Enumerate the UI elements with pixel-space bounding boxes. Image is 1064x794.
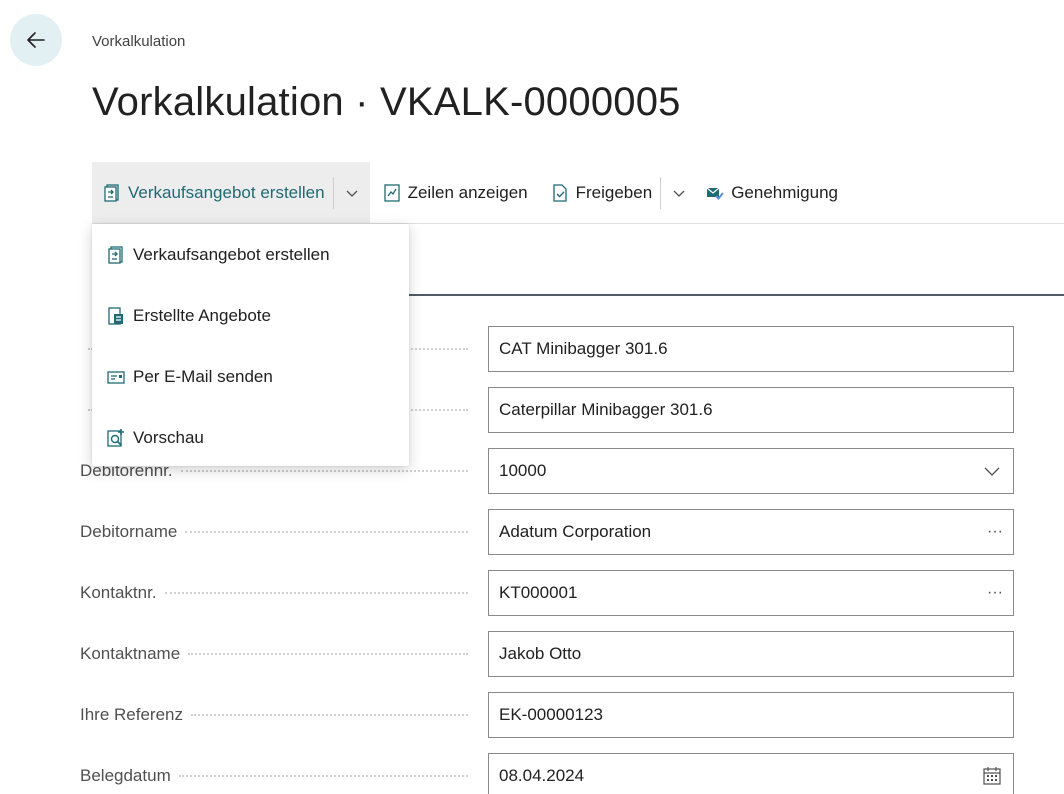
customer-name-field[interactable]: Adatum Corporation ··· [488, 509, 1014, 555]
assist-edit-button[interactable]: ··· [987, 523, 1003, 541]
chevron-down-icon [673, 190, 685, 197]
menu-item-create-quote[interactable]: Verkaufsangebot erstellen [92, 224, 409, 285]
release-split: Freigeben [536, 162, 698, 223]
dropdown-chevron[interactable] [981, 460, 1003, 482]
approval-button[interactable]: Genehmigung [697, 162, 846, 223]
chevron-down-icon [346, 190, 358, 197]
page-title: Vorkalkulation · VKALK-0000005 [92, 80, 681, 124]
assist-edit-button[interactable]: ··· [987, 584, 1003, 602]
quotes-list-icon [108, 306, 123, 325]
description-field[interactable]: CAT Minibagger 301.6 [488, 326, 1014, 372]
arrow-left-icon [27, 32, 45, 48]
field-row: Belegdatum 08.04.2024 [80, 753, 1020, 794]
field-row: Debitorname Adatum Corporation ··· [80, 509, 1020, 555]
approval-icon [706, 187, 724, 200]
release-icon [552, 183, 567, 202]
release-dropdown-toggle[interactable] [661, 162, 697, 223]
quote-create-icon [108, 245, 123, 264]
menu-item-preview[interactable]: Vorschau [92, 407, 409, 468]
create-quote-button[interactable]: Verkaufsangebot erstellen [92, 162, 333, 223]
document-date-label: Belegdatum [80, 766, 478, 786]
contact-name-field[interactable]: Jakob Otto [488, 631, 1014, 677]
customer-name-label: Debitorname [80, 522, 478, 542]
customer-no-field[interactable]: 10000 [488, 448, 1014, 494]
email-icon [107, 370, 125, 384]
your-reference-field[interactable]: EK-00000123 [488, 692, 1014, 738]
release-button[interactable]: Freigeben [542, 162, 661, 223]
your-reference-label: Ihre Referenz [80, 705, 478, 725]
show-lines-icon [383, 183, 400, 202]
field-row: Kontaktname Jakob Otto [80, 631, 1020, 677]
contact-no-field[interactable]: KT000001 ··· [488, 570, 1014, 616]
menu-item-created-quotes[interactable]: Erstellte Angebote [92, 285, 409, 346]
preview-icon [107, 428, 124, 447]
menu-item-send-email[interactable]: Per E-Mail senden [92, 346, 409, 407]
create-quote-dropdown-toggle[interactable] [334, 162, 370, 223]
document-date-field[interactable]: 08.04.2024 [488, 753, 1014, 794]
quote-create-icon [104, 183, 119, 202]
chevron-down-icon [984, 467, 1000, 476]
calendar-icon [983, 767, 1001, 785]
description-2-field[interactable]: Caterpillar Minibagger 301.6 [488, 387, 1014, 433]
show-lines-button[interactable]: Zeilen anzeigen [374, 162, 536, 223]
create-quote-menu: Verkaufsangebot erstellen Erstellte Ange… [92, 224, 409, 466]
date-picker-button[interactable] [981, 765, 1003, 787]
show-lines-label: Zeilen anzeigen [407, 182, 528, 202]
field-row: Kontaktnr. KT000001 ··· [80, 570, 1020, 616]
approval-label: Genehmigung [731, 182, 838, 202]
contact-name-label: Kontaktname [80, 644, 478, 664]
breadcrumb: Vorkalkulation [92, 33, 186, 50]
create-quote-label: Verkaufsangebot erstellen [128, 182, 325, 202]
contact-no-label: Kontaktnr. [80, 583, 478, 603]
field-row: Ihre Referenz EK-00000123 [80, 692, 1020, 738]
create-quote-split: Verkaufsangebot erstellen [92, 162, 370, 223]
release-label: Freigeben [575, 182, 653, 202]
action-bar: Verkaufsangebot erstellen Zeilen anzeige… [92, 162, 1064, 224]
back-button[interactable] [10, 14, 62, 66]
